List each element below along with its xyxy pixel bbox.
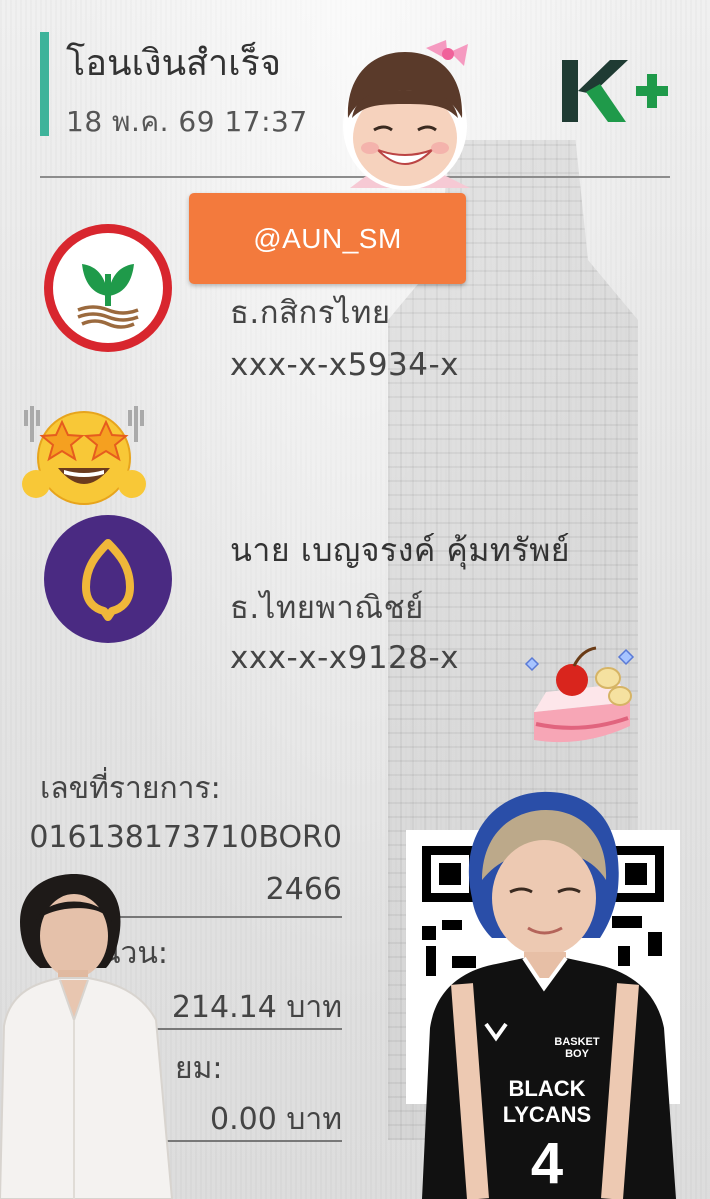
jersey-badge: BASKET BOY [554, 1036, 600, 1060]
transaction-datetime: 18 พ.ค. 69 17:37 [66, 105, 308, 138]
receiver-bank: ธ.ไทยพาณิชย์ [230, 590, 424, 626]
fee-value: 0.00 บาท [210, 1102, 342, 1137]
ref-number-line2: 2466 [265, 872, 342, 907]
ref-label: เลขที่รายการ: [40, 771, 221, 806]
page-title: โอนเงินสำเร็จ [66, 43, 281, 84]
ref-number-line1: 016138173710BOR0 [29, 820, 342, 855]
receiver-name: นาย เบญจรงค์ คุ้มทรัพย์ [230, 531, 571, 569]
kasikorn-bank-logo [44, 224, 172, 352]
person-photo-left [0, 874, 174, 1199]
jersey-number: 4 [530, 1131, 564, 1196]
jersey-team-line1: BLACK [508, 1076, 586, 1101]
watermark-tag-text: @AUN_SM [253, 223, 402, 254]
cake-sticker [524, 646, 635, 743]
star-eyes-emoji-sticker [22, 406, 146, 505]
sender-account: xxx-x-x5934-x [230, 347, 460, 383]
person-photo-right: BASKET BOY BLACK LYCANS 4 [412, 788, 688, 1199]
kplus-logo [562, 60, 668, 122]
accent-bar [40, 32, 49, 136]
scb-bank-logo [44, 515, 172, 643]
sender-bank: ธ.กสิกรไทย [230, 295, 391, 331]
watermark-tag: @AUN_SM [189, 193, 466, 284]
child-sticker [343, 40, 470, 190]
jersey-team-line2: LYCANS [502, 1102, 592, 1127]
receiver-account: xxx-x-x9128-x [230, 640, 460, 676]
